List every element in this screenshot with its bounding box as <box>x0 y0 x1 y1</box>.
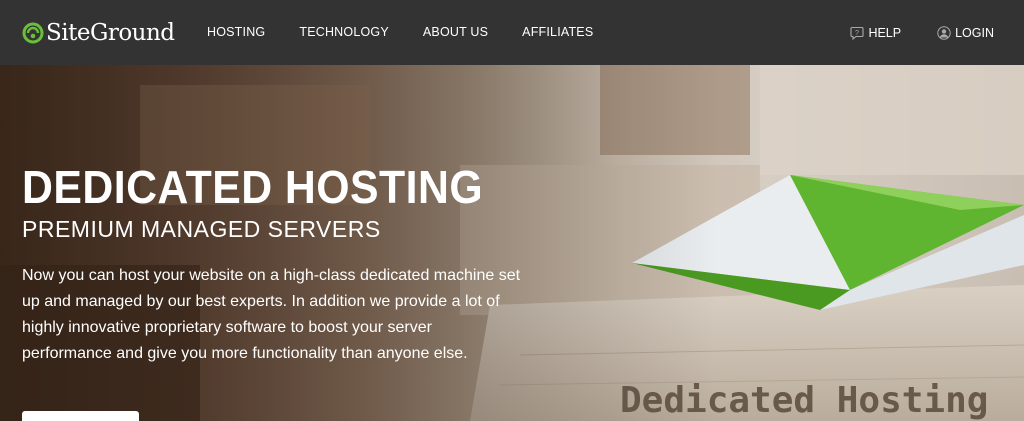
siteground-logo-icon <box>22 22 44 44</box>
hero-subtitle: PREMIUM MANAGED SERVERS <box>22 216 381 242</box>
help-label: HELP <box>868 25 902 40</box>
block-engraved-text: Dedicated Hosting <box>620 380 988 421</box>
hero-cta-button[interactable] <box>22 411 139 421</box>
hero-content: DEDICATED HOSTING PREMIUM MANAGED SERVER… <box>22 161 542 367</box>
nav-item-hosting[interactable]: HOSTING <box>207 0 265 65</box>
hero-title: DEDICATED HOSTING <box>22 161 484 213</box>
help-link[interactable]: ? HELP <box>850 26 901 40</box>
login-label: LOGIN <box>955 25 994 40</box>
hero-banner: Dedicated Hosting DEDICATED HOSTING PREM… <box>0 65 1024 421</box>
account-nav: ? HELP LOGIN <box>814 0 994 65</box>
nav-item-technology[interactable]: TECHNOLOGY <box>299 0 389 65</box>
siteground-logo[interactable]: SiteGround <box>22 18 175 48</box>
login-link[interactable]: LOGIN <box>937 26 994 40</box>
brand-name: SiteGround <box>46 20 175 46</box>
nav-item-affiliates[interactable]: AFFILIATES <box>522 0 593 65</box>
hero-description: Now you can host your website on a high-… <box>22 267 521 362</box>
nav-item-about-us[interactable]: ABOUT US <box>423 0 488 65</box>
top-navigation-bar: SiteGround HOSTING TECHNOLOGY ABOUT US A… <box>0 0 1024 65</box>
main-nav: HOSTING TECHNOLOGY ABOUT US AFFILIATES <box>207 0 627 65</box>
help-icon: ? <box>850 26 864 40</box>
user-icon <box>937 25 951 40</box>
svg-text:?: ? <box>855 30 859 37</box>
